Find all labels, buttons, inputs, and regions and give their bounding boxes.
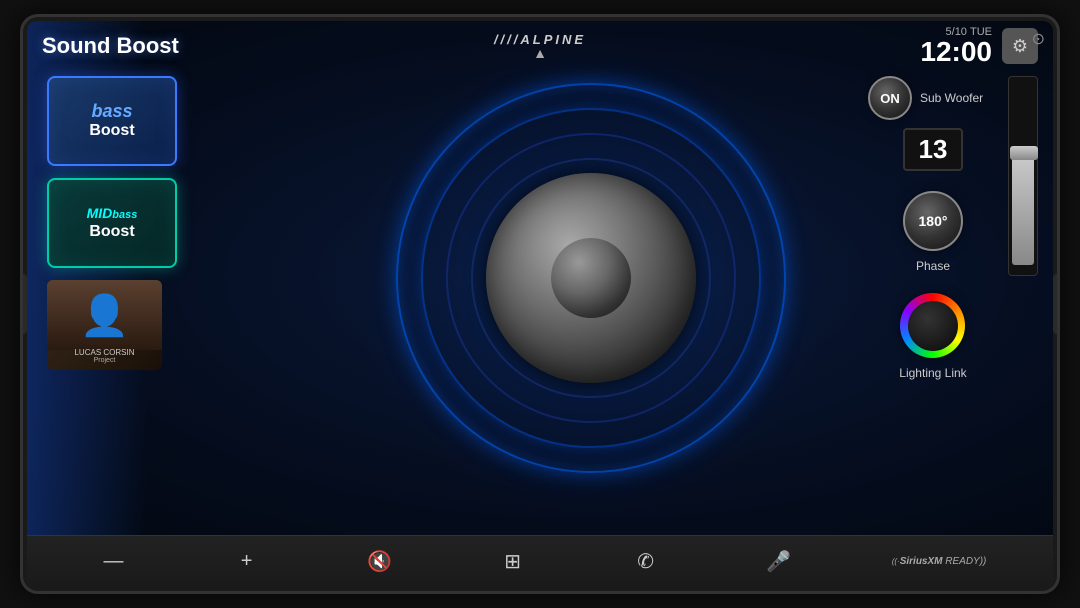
side-tab-left — [20, 274, 27, 334]
phase-label: Phase — [916, 259, 950, 273]
mid-label-bottom: Boost — [87, 223, 138, 241]
on-label-row: ON Sub Woofer — [868, 76, 998, 120]
minus-button[interactable]: — — [94, 542, 134, 582]
mid-bass-boost-button[interactable]: MIDbass Boost — [47, 178, 177, 268]
bottom-bar: — + 🔇 ⊞ ✆ 🎤 ((·SiriusXM READY)) — [27, 535, 1053, 587]
lighting-section: Lighting Link — [899, 293, 966, 380]
sub-woofer-section: ON Sub Woofer 13 — [868, 76, 998, 171]
left-panel: bass Boost MIDbass Boost 👤 LUCAS CORSIN — [47, 76, 187, 525]
side-tab-right — [1053, 274, 1060, 334]
mic-button[interactable]: 🎤 — [759, 542, 799, 582]
bass-label-top: bass — [91, 101, 132, 121]
on-badge[interactable]: ON — [868, 76, 912, 120]
right-controls: ON Sub Woofer 13 180° Phase Lighting Lin… — [868, 76, 998, 525]
album-person-icon: 👤 — [80, 292, 130, 339]
volume-slider[interactable] — [1008, 76, 1038, 276]
slider-thumb[interactable] — [1010, 146, 1038, 160]
lighting-knob-inner — [908, 301, 958, 351]
lighting-knob[interactable] — [900, 293, 965, 358]
datetime: 5/10 TUE 12:00 — [920, 27, 992, 66]
device-frame: ⊙ Sound Boost ////ALPINE ▲ 5/10 TUE 12:0… — [20, 14, 1060, 594]
time-display: 12:00 — [920, 38, 992, 66]
speaker-cone — [486, 173, 696, 383]
bass-boost-button[interactable]: bass Boost — [47, 76, 177, 166]
slider-fill — [1012, 152, 1034, 265]
speaker-outer — [391, 78, 791, 478]
sub-woofer-label: Sub Woofer — [920, 91, 983, 105]
right-panel: ON Sub Woofer 13 180° Phase Lighting Lin… — [868, 76, 1038, 525]
phone-button[interactable]: ✆ — [626, 542, 666, 582]
lighting-label: Lighting Link — [899, 366, 966, 380]
bass-label-bottom: Boost — [89, 122, 134, 140]
album-info: LUCAS CORSIN Project — [74, 348, 134, 364]
header: Sound Boost ////ALPINE ▲ 5/10 TUE 12:00 … — [27, 21, 1053, 71]
header-right: 5/10 TUE 12:00 ⚙ — [920, 27, 1038, 66]
page-title: Sound Boost — [42, 33, 179, 59]
phase-knob[interactable]: 180° — [903, 191, 963, 251]
brand-section: ////ALPINE ▲ — [494, 32, 586, 61]
album-thumbnail[interactable]: 👤 LUCAS CORSIN Project — [47, 280, 162, 370]
camera-icon[interactable]: ⊙ — [1032, 29, 1045, 49]
brand-arrow: ▲ — [533, 45, 547, 61]
grid-button[interactable]: ⊞ — [493, 542, 533, 582]
album-art: 👤 — [47, 280, 162, 350]
mid-bass-boost-label: MIDbass Boost — [87, 205, 138, 240]
main-screen: ⊙ Sound Boost ////ALPINE ▲ 5/10 TUE 12:0… — [27, 21, 1053, 535]
mute-button[interactable]: 🔇 — [360, 542, 400, 582]
siriusxm-label: ((·SiriusXM READY)) — [892, 556, 987, 567]
plus-button[interactable]: + — [227, 542, 267, 582]
center-speaker — [391, 78, 791, 478]
bass-boost-label: bass Boost — [89, 102, 134, 139]
speaker-center-cap — [551, 238, 631, 318]
phase-section: 180° Phase — [903, 191, 963, 273]
sub-value-display: 13 — [903, 128, 963, 171]
mid-label-top: MIDbass — [87, 205, 138, 221]
